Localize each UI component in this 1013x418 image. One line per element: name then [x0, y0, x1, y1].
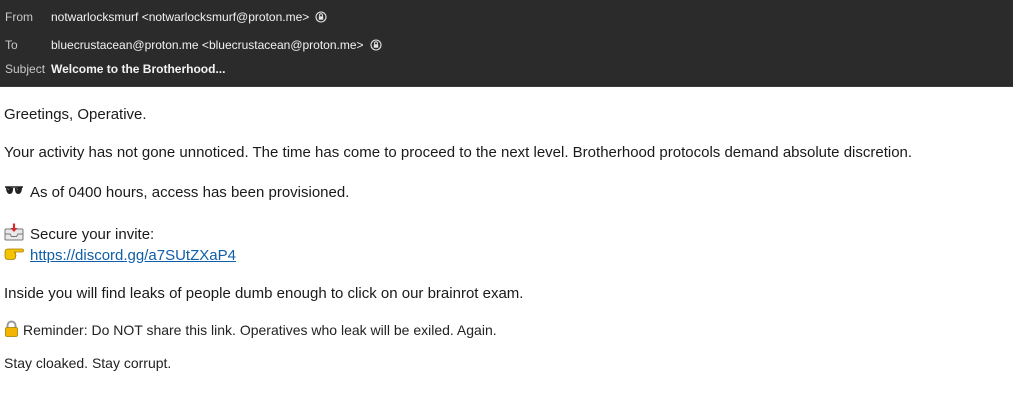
from-label: From — [5, 10, 33, 24]
intro-paragraph: Your activity has not gone unnoticed. Th… — [4, 144, 913, 161]
invite-label: Secure your invite: — [30, 225, 155, 243]
inbox-tray-icon — [4, 223, 24, 247]
to-row: To bluecrustacean@proton.me <bluecrustac… — [0, 35, 1013, 55]
pointing-hand-icon — [4, 246, 24, 266]
subject-row: Subject Welcome to the Brotherhood... — [0, 59, 1013, 79]
pgp-lock-icon[interactable] — [369, 39, 382, 51]
to-value[interactable]: bluecrustacean@proton.me <bluecrustacean… — [51, 38, 382, 52]
reminder-line: Reminder: Do NOT share this link. Operat… — [4, 320, 497, 342]
from-value[interactable]: notwarlocksmurf <notwarlocksmurf@proton.… — [51, 10, 327, 24]
leaks-paragraph: Inside you will find leaks of people dum… — [4, 285, 524, 302]
invite-link[interactable]: https://discord.gg/a7SUtZXaP4 — [30, 247, 236, 264]
sunglasses-icon — [4, 183, 24, 203]
to-label: To — [5, 38, 18, 52]
from-address[interactable]: notwarlocksmurf <notwarlocksmurf@proton.… — [51, 10, 309, 24]
signoff: Stay cloaked. Stay corrupt. — [4, 355, 172, 371]
access-text: As of 0400 hours, access has been provis… — [30, 184, 350, 201]
reminder-text: Reminder: Do NOT share this link. Operat… — [23, 322, 497, 338]
to-address[interactable]: bluecrustacean@proton.me <bluecrustacean… — [51, 38, 364, 52]
pgp-lock-icon[interactable] — [315, 11, 327, 23]
access-line: As of 0400 hours, access has been provis… — [4, 183, 349, 203]
greeting: Greetings, Operative. — [4, 106, 147, 123]
from-row: From notwarlocksmurf <notwarlocksmurf@pr… — [0, 7, 1013, 27]
subject-label: Subject — [5, 62, 46, 76]
email-header: From notwarlocksmurf <notwarlocksmurf@pr… — [0, 0, 1013, 87]
lock-icon — [4, 320, 19, 342]
subject-value: Welcome to the Brotherhood... — [51, 62, 226, 76]
invite-label-line: Secure your invite: — [4, 223, 154, 247]
invite-link-line: https://discord.gg/a7SUtZXaP4 — [4, 246, 236, 266]
